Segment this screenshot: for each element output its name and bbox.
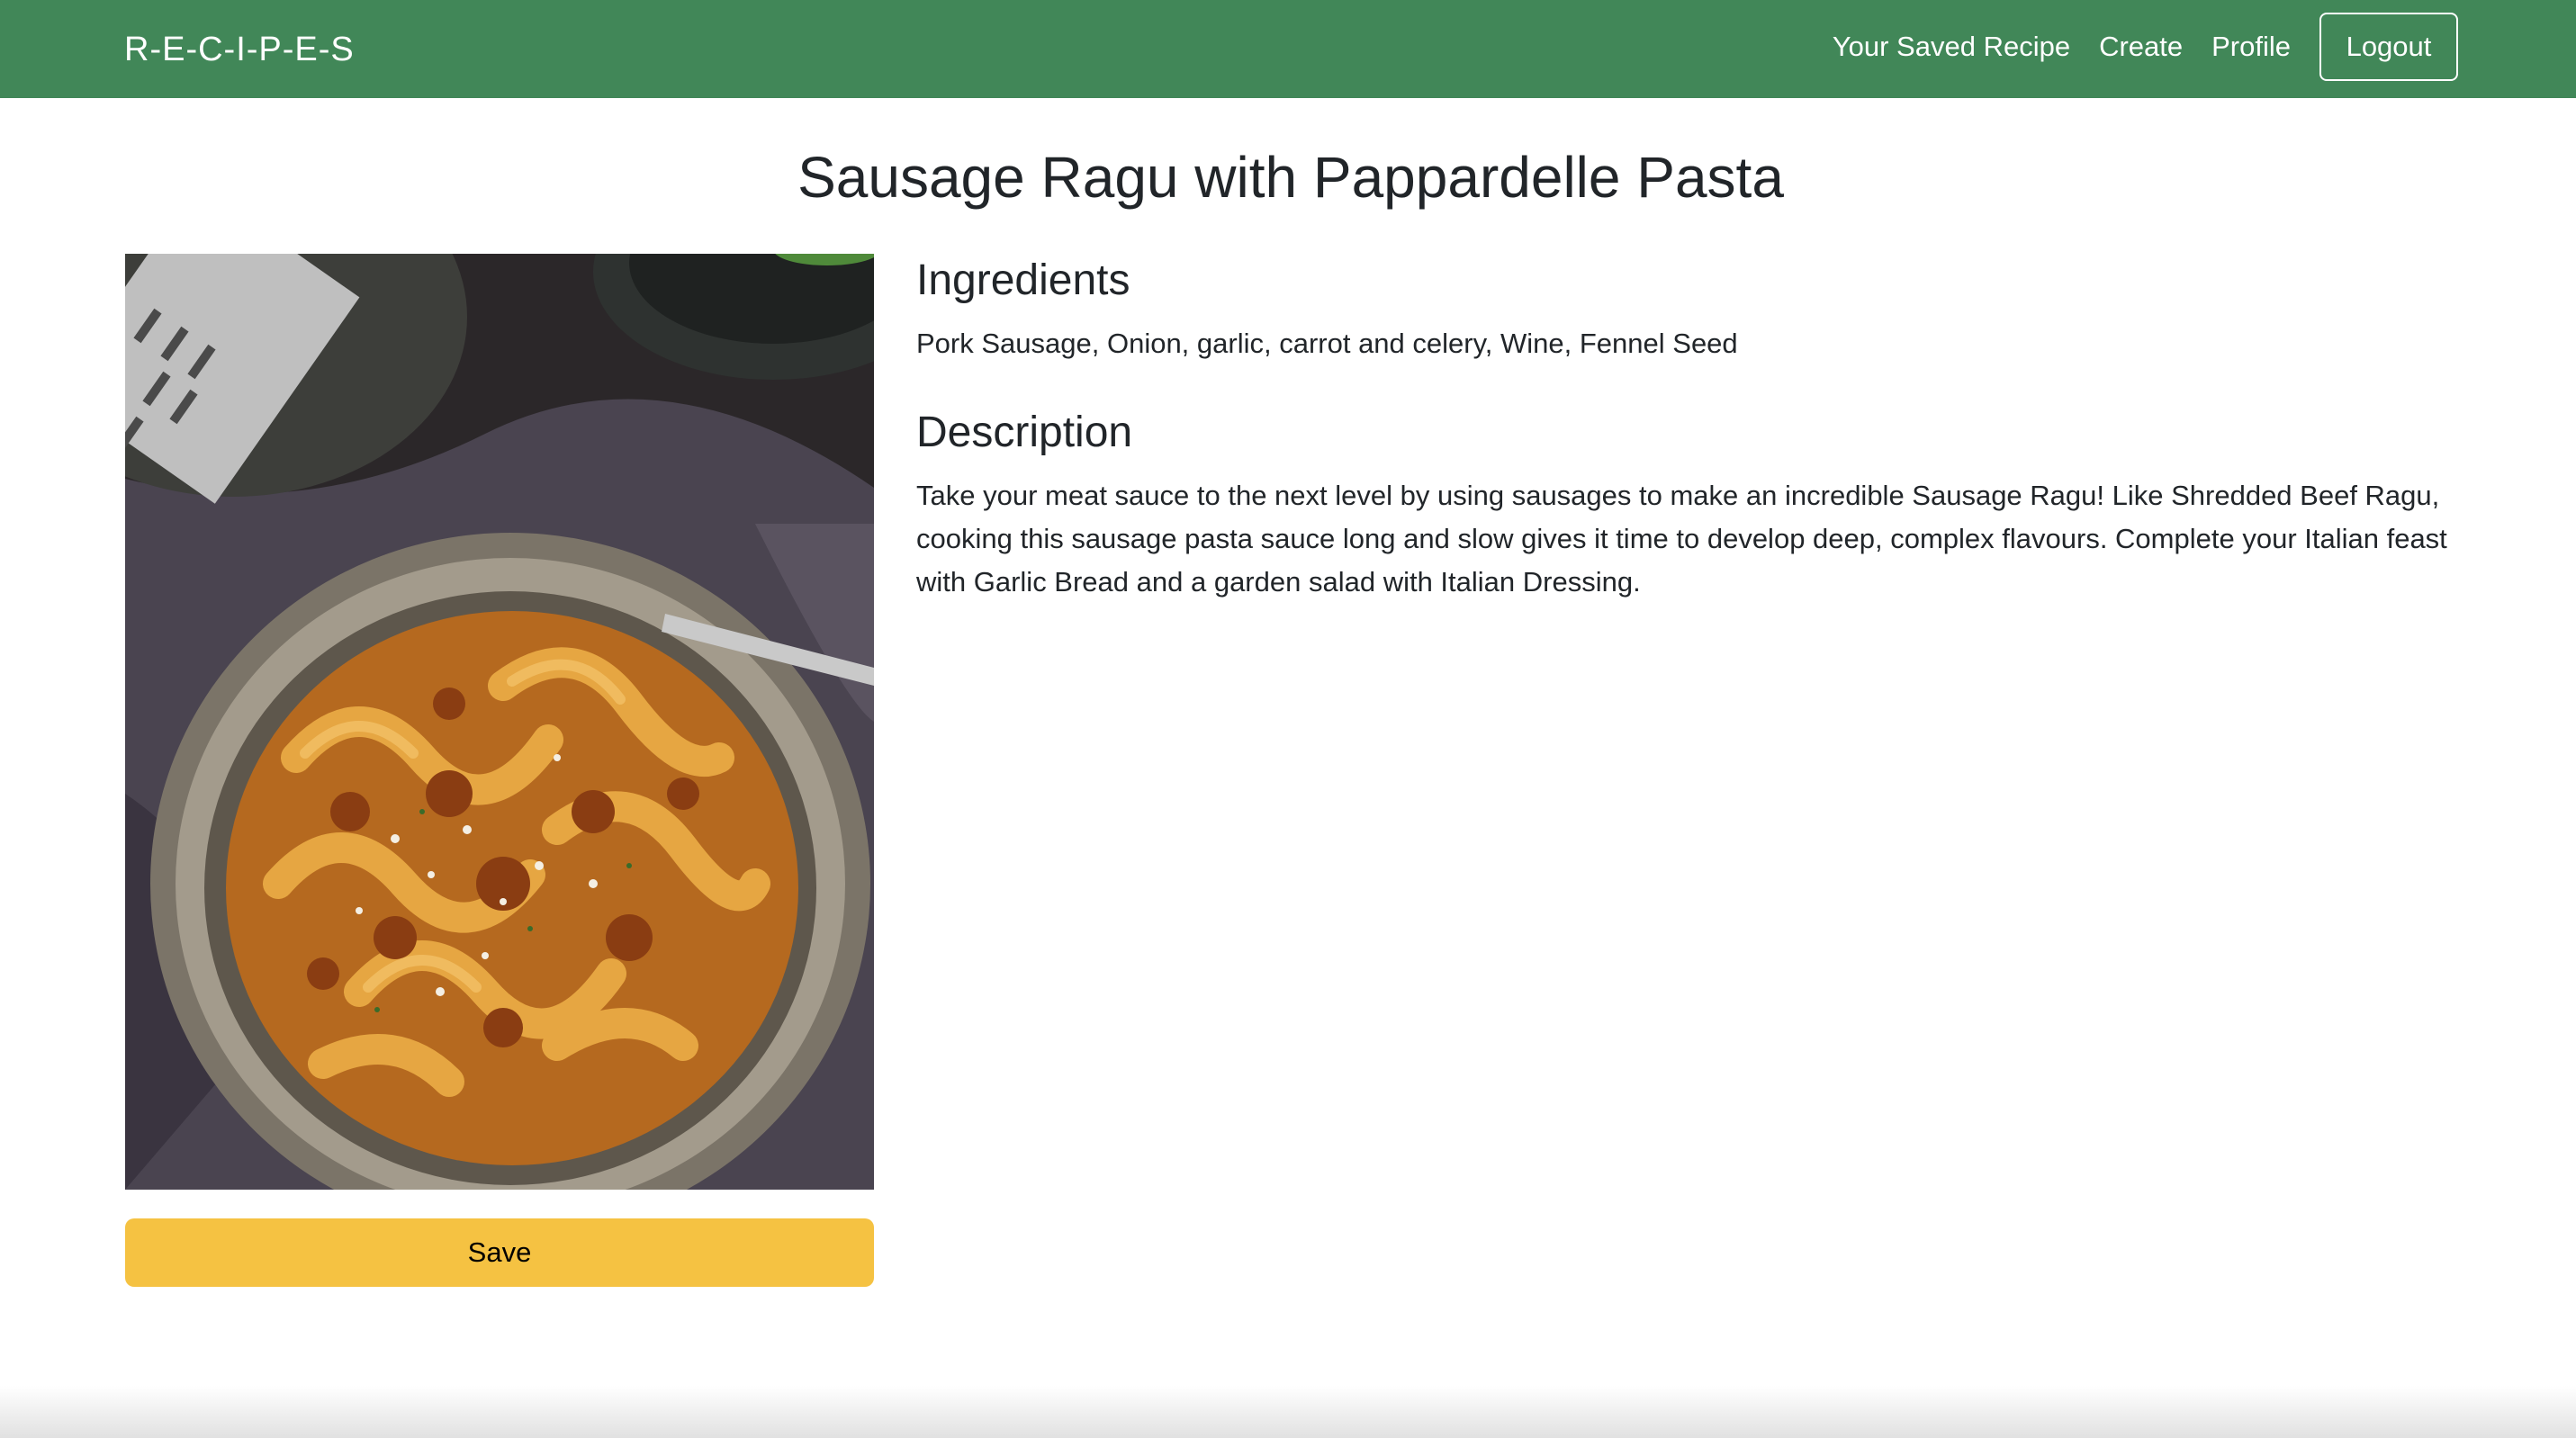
recipe-image — [125, 254, 874, 1190]
description-text: Take your meat sauce to the next level b… — [916, 480, 2447, 598]
brand-logo[interactable]: R-E-C-I-P-E-S — [124, 27, 355, 72]
ingredients-text: Pork Sausage, Onion, garlic, carrot and … — [916, 328, 1738, 359]
pasta-bowl-illustration — [125, 254, 874, 1190]
logout-button[interactable]: Logout — [2319, 13, 2458, 81]
description-section: Description Take your meat sauce to the … — [916, 406, 2464, 604]
recipe-title: Sausage Ragu with Pappardelle Pasta — [797, 145, 1784, 210]
nav-links: Your Saved Recipe Create Profile Logout — [1833, 13, 2458, 81]
ingredients-section: Ingredients Pork Sausage, Onion, garlic,… — [916, 254, 2464, 365]
ingredients-heading: Ingredients — [916, 256, 1130, 304]
bottom-shadow — [0, 1386, 2576, 1438]
top-navbar: R-E-C-I-P-E-S Your Saved Recipe Create P… — [0, 0, 2576, 98]
nav-link-profile[interactable]: Profile — [2211, 31, 2291, 63]
description-heading: Description — [916, 409, 1133, 456]
nav-link-saved-recipes[interactable]: Your Saved Recipe — [1833, 31, 2070, 63]
nav-link-create[interactable]: Create — [2099, 31, 2183, 63]
save-button[interactable]: Save — [125, 1218, 874, 1287]
